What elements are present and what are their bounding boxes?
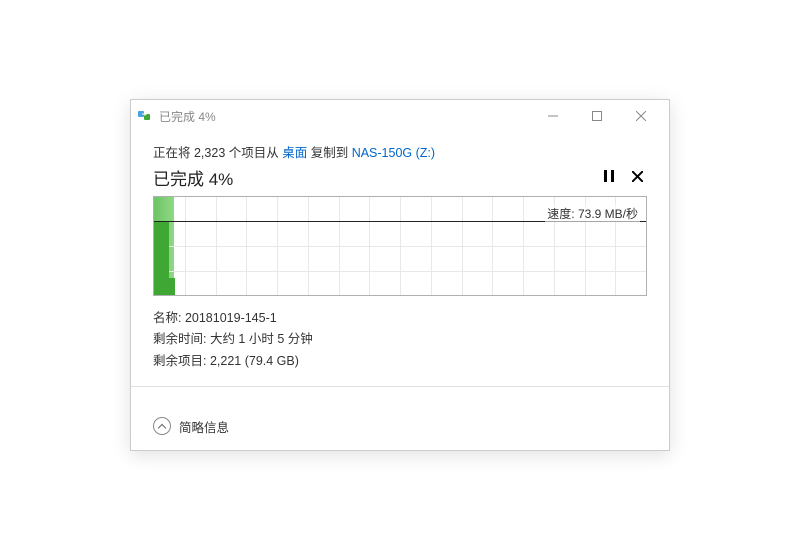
speed-chart: 速度: 73.9 MB/秒 [153, 196, 647, 296]
toggle-label[interactable]: 简略信息 [179, 417, 229, 436]
cancel-button[interactable] [632, 170, 643, 185]
copy-description: 正在将 2,323 个项目从 桌面 复制到 NAS-150G (Z:) [153, 142, 647, 161]
divider [131, 386, 669, 387]
info-items: 剩余项目: 2,221 (79.4 GB) [153, 351, 647, 372]
speed-label: 速度: 73.9 MB/秒 [545, 205, 640, 222]
action-icons [604, 170, 647, 185]
maximize-button[interactable] [575, 101, 619, 131]
close-button[interactable] [619, 101, 663, 131]
minimize-button[interactable] [531, 101, 575, 131]
info-name: 名称: 20181019-145-1 [153, 308, 647, 329]
collapse-toggle[interactable] [153, 417, 171, 435]
source-link[interactable]: 桌面 [282, 146, 307, 160]
pause-button[interactable] [604, 170, 614, 185]
window-title: 已完成 4% [159, 108, 531, 125]
progress-row: 已完成 4% [153, 165, 647, 190]
file-copy-dialog: 已完成 4% 正在将 2,323 个项目从 桌面 复制到 NAS-150G (Z… [130, 99, 670, 451]
titlebar[interactable]: 已完成 4% [131, 100, 669, 132]
info-time: 剩余时间: 大约 1 小时 5 分钟 [153, 329, 647, 350]
progress-label: 已完成 4% [153, 165, 233, 190]
window-controls [531, 101, 663, 131]
destination-link[interactable]: NAS-150G (Z:) [352, 146, 435, 160]
chevron-up-icon [158, 424, 166, 432]
footer: 简略信息 [131, 405, 669, 450]
copy-icon [137, 108, 153, 124]
dialog-content: 正在将 2,323 个项目从 桌面 复制到 NAS-150G (Z:) 已完成 … [131, 132, 669, 405]
